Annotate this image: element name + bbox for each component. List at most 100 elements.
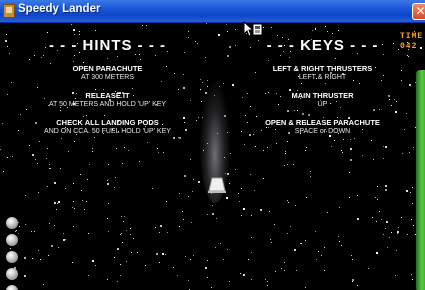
star [216,218,217,219]
star [248,259,249,260]
star [38,250,39,251]
star [65,188,66,189]
star [152,188,153,189]
star [357,285,358,286]
star [108,203,109,204]
window-title: Speedy Lander [18,3,101,15]
star [406,113,407,114]
star [58,247,59,248]
star [92,151,93,152]
star [206,23,207,24]
star [375,197,376,198]
star [211,287,212,288]
star [207,80,208,81]
hints-panel: - - - HINTS - - - OPEN PARACHUTE AT 300 … [20,37,195,145]
window-titlebar[interactable]: Speedy Lander ✕ [0,0,425,23]
star [177,275,178,276]
star [389,237,390,238]
star [38,192,39,193]
star [145,265,146,266]
star [200,89,201,90]
star [287,233,288,234]
star [122,242,123,243]
star [207,277,208,278]
star [188,31,189,32]
star [7,46,8,47]
star [373,159,374,160]
star [201,101,202,102]
star [133,238,134,239]
star [130,228,131,229]
star [163,152,164,153]
star [126,230,127,231]
star [332,33,333,34]
star [250,174,251,175]
star [89,164,90,165]
star [240,273,241,274]
star [57,203,58,204]
star [229,46,231,48]
star [155,227,156,228]
star [296,270,297,271]
star [229,281,230,282]
star [410,192,411,193]
game-canvas[interactable]: - - - HINTS - - - OPEN PARACHUTE AT 300 … [0,23,425,290]
star [117,248,119,250]
star [275,271,276,272]
landing-pod-icon [6,234,18,246]
star [350,159,352,161]
landing-pod-icon [6,217,18,229]
star [341,245,342,246]
star [409,84,411,86]
star [351,255,352,256]
star [412,187,413,188]
star [271,27,272,28]
key-action: LEFT & RIGHT THRUSTERS [272,64,373,73]
star [37,163,38,164]
star [255,146,256,147]
star [74,208,75,209]
close-button[interactable]: ✕ [412,3,425,20]
star [107,180,108,181]
star [318,251,319,252]
star [116,148,117,149]
star [124,216,125,217]
star [54,225,55,226]
star [11,82,12,83]
star [63,233,64,234]
star [315,231,316,232]
star [88,275,89,276]
star [196,120,197,121]
star [156,253,158,255]
star [7,94,8,95]
star [54,202,56,204]
star [265,279,266,280]
star [107,218,108,219]
key-action: MAIN THRUSTER [291,91,354,100]
star [300,243,301,244]
star [401,217,402,218]
star [227,249,228,250]
star [73,183,74,184]
star [357,218,359,220]
star [267,147,268,148]
star [397,231,399,233]
star [207,214,208,215]
star [227,55,229,57]
star [398,227,399,228]
star [230,153,231,154]
star [295,205,296,206]
star [182,211,183,212]
star [395,275,396,276]
star [263,178,264,179]
star [188,280,189,281]
star [3,171,4,172]
star [73,29,75,31]
star [72,207,73,208]
star [223,259,224,260]
star [251,237,252,238]
star [324,270,325,271]
time-value: 042 [400,42,418,51]
star [413,147,414,148]
star [123,221,124,222]
